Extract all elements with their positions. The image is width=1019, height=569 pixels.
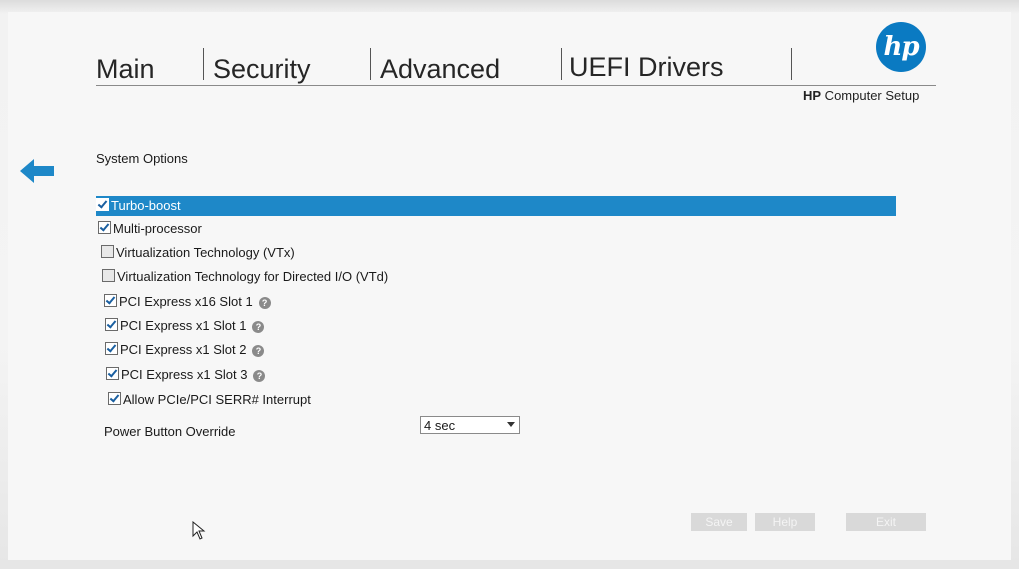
question-circle-icon[interactable]: ? (252, 345, 265, 357)
hp-logo: hp (876, 22, 926, 72)
option-label: PCI Express x1 Slot 1 (120, 318, 247, 333)
option-label: PCI Express x1 Slot 3 (121, 367, 248, 382)
option-pcie-x16-slot1[interactable]: PCI Express x16 Slot 1? (104, 292, 271, 312)
save-button[interactable]: Save (691, 513, 747, 531)
option-label: PCI Express x1 Slot 2 (120, 342, 247, 357)
tab-separator (791, 48, 792, 80)
mouse-pointer-icon (192, 521, 206, 540)
tab-separator (203, 48, 204, 80)
checkbox[interactable] (98, 221, 111, 234)
question-circle-icon[interactable]: ? (252, 321, 265, 333)
option-label: Turbo-boost (111, 198, 181, 213)
question-circle-icon[interactable]: ? (253, 370, 266, 382)
option-pcie-x1-slot2[interactable]: PCI Express x1 Slot 2? (105, 340, 265, 360)
option-vtd[interactable]: Virtualization Technology for Directed I… (102, 267, 388, 287)
subtitle-brand: HP (803, 88, 822, 103)
tab-security[interactable]: Security (213, 52, 311, 86)
option-label: Virtualization Technology (VTx) (116, 245, 295, 260)
question-circle-icon[interactable]: ? (258, 297, 271, 309)
subtitle-text: Computer Setup (821, 88, 920, 103)
help-button[interactable]: Help (755, 513, 815, 531)
tab-advanced[interactable]: Advanced (380, 52, 500, 86)
checkbox[interactable] (105, 318, 118, 331)
option-label: PCI Express x16 Slot 1 (119, 294, 253, 309)
tab-underline (96, 85, 936, 86)
option-label: Allow PCIe/PCI SERR# Interrupt (123, 392, 311, 407)
option-pcie-x1-slot3[interactable]: PCI Express x1 Slot 3? (106, 365, 266, 385)
tab-uefi-drivers[interactable]: UEFI Drivers (569, 50, 724, 84)
checkbox[interactable] (101, 245, 114, 258)
section-title: System Options (96, 151, 188, 166)
checkbox[interactable] (105, 342, 118, 355)
chevron-down-icon (507, 422, 515, 427)
power-button-override-label: Power Button Override (104, 424, 236, 439)
tab-separator (370, 48, 371, 80)
arrow-left-icon[interactable] (18, 156, 56, 186)
option-multi-processor[interactable]: Multi-processor (98, 219, 202, 239)
exit-button[interactable]: Exit (846, 513, 926, 531)
checkbox[interactable] (106, 367, 119, 380)
option-label: Virtualization Technology for Directed I… (117, 269, 389, 284)
option-vtx[interactable]: Virtualization Technology (VTx) (101, 243, 295, 263)
checkbox[interactable] (104, 294, 117, 307)
option-turbo-boost[interactable]: Turbo-boost (96, 196, 896, 216)
option-label: Multi-processor (113, 221, 202, 236)
select-value: 4 sec (424, 418, 456, 433)
tab-main[interactable]: Main (96, 52, 155, 86)
option-allow-serr-interrupt[interactable]: Allow PCIe/PCI SERR# Interrupt (108, 390, 311, 410)
power-button-override-select[interactable]: 4 sec (420, 416, 520, 434)
checkbox[interactable] (102, 269, 115, 282)
app-subtitle: HP Computer Setup (803, 88, 919, 103)
tab-separator (561, 48, 562, 80)
checkbox[interactable] (108, 392, 121, 405)
option-pcie-x1-slot1[interactable]: PCI Express x1 Slot 1? (105, 316, 265, 336)
checkbox[interactable] (96, 198, 109, 211)
